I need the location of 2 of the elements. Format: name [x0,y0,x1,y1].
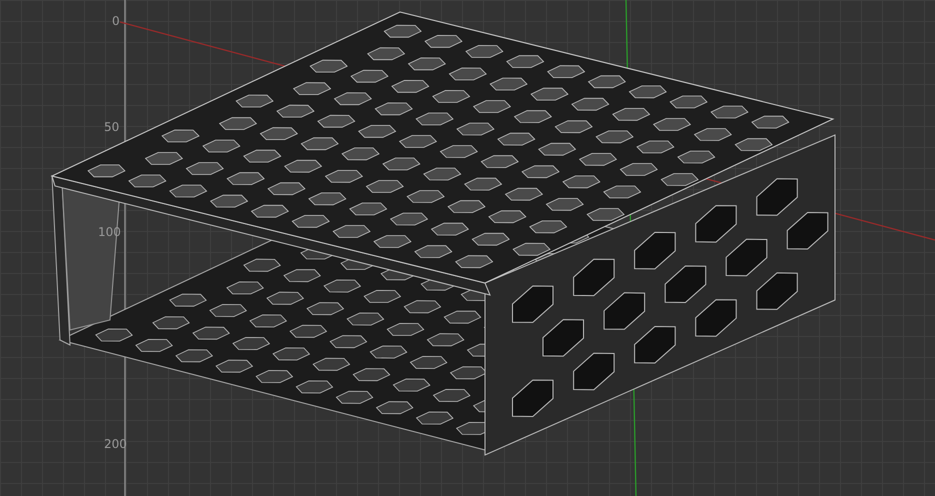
ruler-label: 50 [104,120,120,134]
ruler-label: 0 [112,14,120,28]
